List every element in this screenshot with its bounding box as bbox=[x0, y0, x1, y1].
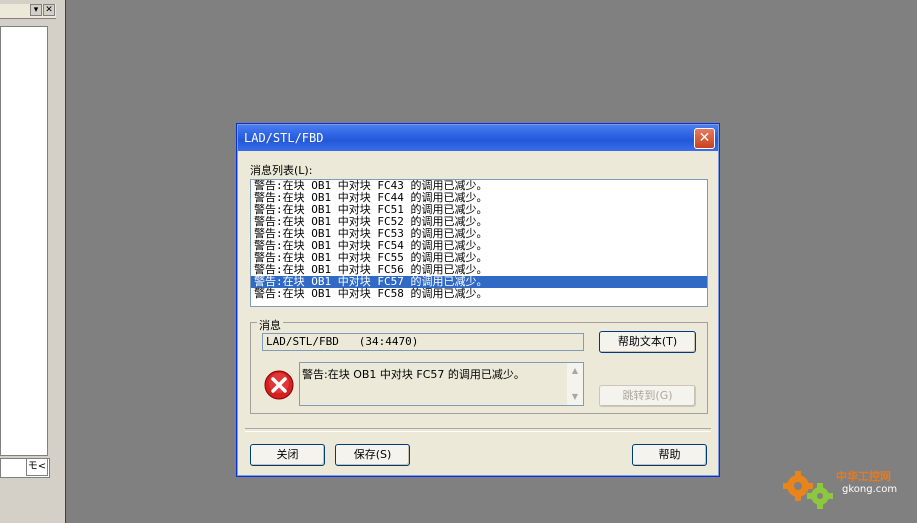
error-icon bbox=[264, 370, 294, 400]
close-icon[interactable]: ✕ bbox=[43, 4, 55, 16]
message-detail-scrollbar[interactable]: ▲ ▼ bbox=[567, 363, 583, 405]
message-group-label: 消息 bbox=[257, 317, 283, 333]
lad-stl-fbd-dialog: LAD/STL/FBD ✕ 消息列表(L): 警告:在块 OB1 中对块 FC4… bbox=[236, 123, 720, 477]
background-app-panel: ▾ ✕ モ< bbox=[0, 0, 66, 523]
close-button[interactable]: 关闭 bbox=[250, 444, 325, 466]
gear-icon bbox=[783, 471, 833, 509]
save-button[interactable]: 保存(S) bbox=[335, 444, 410, 466]
dropdown-icon[interactable]: ▾ bbox=[30, 4, 42, 16]
scroll-up-icon[interactable]: ▲ bbox=[567, 363, 583, 379]
scroll-down-icon[interactable]: ▼ bbox=[567, 389, 583, 405]
footer-divider bbox=[245, 428, 711, 432]
dialog-title: LAD/STL/FBD bbox=[244, 131, 324, 145]
background-tab[interactable]: モ< bbox=[26, 458, 48, 476]
list-item[interactable]: 警告:在块 OB1 中对块 FC58 的调用已减少。 bbox=[251, 288, 707, 300]
background-tree-view[interactable] bbox=[0, 26, 48, 456]
watermark-en: gkong.com bbox=[842, 484, 898, 495]
message-list-label: 消息列表(L): bbox=[250, 164, 313, 177]
help-button[interactable]: 帮助 bbox=[632, 444, 707, 466]
dialog-titlebar[interactable]: LAD/STL/FBD ✕ bbox=[238, 125, 718, 151]
message-detail-text: 警告:在块 OB1 中对块 FC57 的调用已减少。 bbox=[302, 368, 525, 381]
message-detail-box[interactable]: 警告:在块 OB1 中对块 FC57 的调用已减少。 ▲ ▼ bbox=[299, 362, 584, 406]
goto-button[interactable]: 跳转到(G) bbox=[599, 385, 696, 407]
watermark-cn: 中华工控网 bbox=[836, 470, 891, 483]
message-list[interactable]: 警告:在块 OB1 中对块 FC43 的调用已减少。 警告:在块 OB1 中对块 … bbox=[250, 179, 708, 307]
help-text-button[interactable]: 帮助文本(T) bbox=[599, 331, 696, 353]
close-icon[interactable]: ✕ bbox=[694, 128, 715, 149]
message-source-field: LAD/STL/FBD (34:4470) bbox=[262, 333, 584, 351]
gkong-watermark: 中华工控网 gkong.com bbox=[780, 462, 910, 514]
